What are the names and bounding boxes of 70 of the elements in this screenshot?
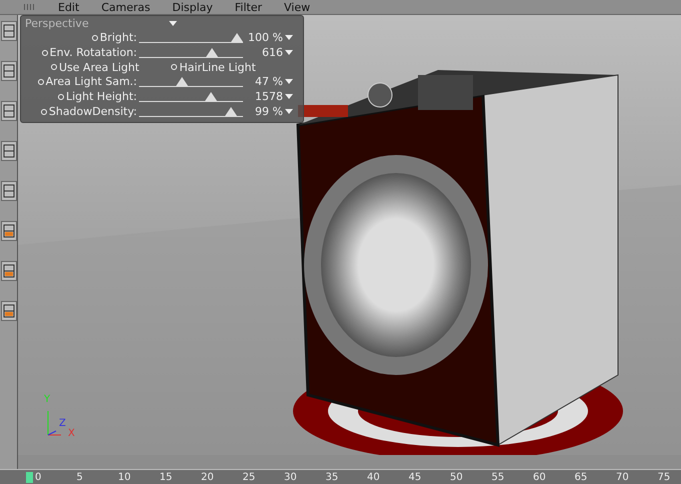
menu-item[interactable]: Filter (234, 0, 262, 14)
menu-item[interactable]: Edit (58, 0, 80, 14)
axis-label: Y (44, 395, 50, 405)
frame-number: 15 (160, 472, 174, 482)
option-label: Use Area Light (59, 60, 140, 74)
slider-thumb[interactable] (224, 107, 237, 116)
frame-number: 35 (326, 472, 340, 482)
frame-number: 10 (118, 472, 132, 482)
slider-thumb[interactable] (206, 48, 218, 57)
frame-number: 20 (201, 472, 215, 482)
tool-icon[interactable] (0, 101, 16, 121)
option-label: HairLine Light (179, 60, 256, 74)
tool-icon[interactable] (0, 21, 16, 41)
tool-icon[interactable] (0, 61, 16, 81)
slider-track[interactable] (139, 47, 243, 58)
slider-value: 47 % (254, 75, 283, 88)
radio-icon[interactable] (51, 64, 57, 70)
slider-track[interactable] (139, 106, 243, 117)
frame-number: 25 (242, 472, 256, 482)
radio-icon[interactable] (58, 94, 64, 100)
radio-icon[interactable] (92, 34, 98, 40)
dropdown-icon[interactable] (285, 50, 293, 55)
frame-number: 30 (284, 472, 298, 482)
tool-icon[interactable] (0, 181, 16, 201)
slider-value: 1578 (254, 90, 283, 103)
frame-number: 65 (574, 472, 588, 482)
slider-label: Light Height: (66, 90, 137, 103)
frame-number: 55 (492, 472, 506, 482)
radio-icon[interactable] (40, 108, 47, 114)
radio-icon[interactable] (171, 64, 178, 70)
slider-track[interactable] (139, 76, 243, 87)
menu-item[interactable]: Display (172, 0, 213, 14)
axis-label: Z (59, 419, 66, 429)
radio-icon[interactable] (42, 50, 48, 56)
dropdown-icon[interactable] (168, 21, 177, 26)
timeline-ruler[interactable]: 0 5 10 15 20 25 30 35 40 45 50 55 60 65 70 75 (0, 469, 681, 484)
dropdown-icon[interactable] (285, 35, 293, 40)
frame-number: 75 (658, 472, 670, 482)
frame-number: 40 (367, 472, 381, 482)
tool-icon[interactable] (0, 301, 16, 321)
frame-number: 45 (408, 472, 422, 482)
tool-icon[interactable] (0, 221, 16, 241)
slider-label: Env. Rotatation: (50, 46, 137, 59)
slider-thumb[interactable] (230, 33, 243, 42)
tool-icon[interactable] (0, 261, 16, 281)
slider-thumb[interactable] (176, 77, 188, 86)
tool-icon[interactable] (0, 141, 16, 161)
slider-label: Area Light Sam.: (46, 75, 137, 88)
dropdown-icon[interactable] (285, 79, 293, 84)
dropdown-icon[interactable] (285, 109, 293, 114)
dropdown-icon[interactable] (285, 94, 293, 99)
frame-number: 50 (450, 472, 464, 482)
slider-track[interactable] (139, 32, 243, 43)
menu-item[interactable]: View (284, 0, 310, 14)
frame-number: 0 (35, 472, 42, 482)
playhead-icon[interactable] (26, 472, 33, 482)
frame-number: 5 (76, 472, 84, 482)
view-title: Perspective (25, 17, 89, 30)
slider-value: 99 % (254, 105, 283, 118)
radio-icon[interactable] (38, 78, 44, 84)
slider-label: ShadowDensity: (48, 105, 137, 118)
slider-value: 616 (261, 46, 283, 59)
slider-thumb[interactable] (204, 92, 217, 101)
frame-number: 70 (616, 472, 630, 482)
frame-number: 60 (533, 472, 547, 482)
slider-track[interactable] (139, 91, 243, 102)
menu-item[interactable]: Cameras (101, 0, 150, 14)
slider-value: 100 % (247, 31, 283, 44)
slider-label: Bright: (100, 31, 137, 44)
axis-label: X (68, 429, 75, 439)
